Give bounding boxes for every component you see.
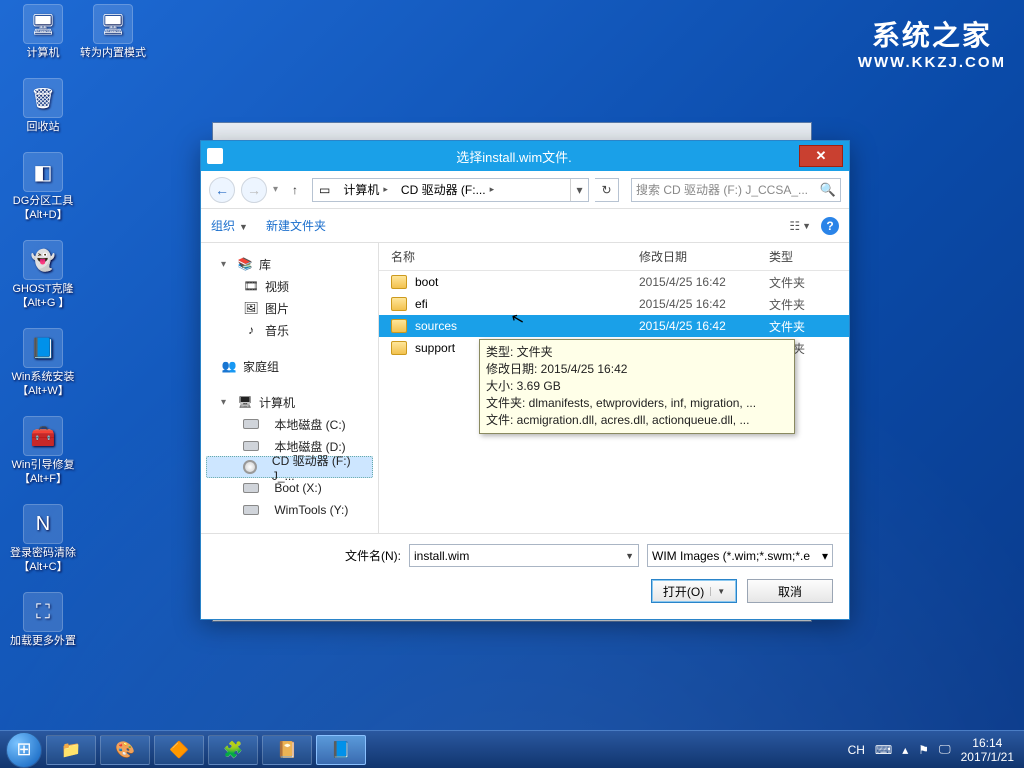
col-name[interactable]: 名称 [391, 248, 639, 265]
tray-lang[interactable]: CH [848, 743, 865, 757]
back-button[interactable]: ← [209, 177, 235, 203]
file-row[interactable]: sources2015/4/25 16:42文件夹 [379, 315, 849, 337]
new-folder-button[interactable]: 新建文件夹 [266, 217, 326, 234]
sidebar-item-wimtools[interactable]: WimTools (Y:) [274, 503, 348, 517]
sidebar-item-computer[interactable]: 计算机 [259, 394, 295, 411]
tray-chevron-icon[interactable]: ▴ [902, 743, 908, 757]
desktop-icon[interactable]: 🖥计算机 [8, 4, 78, 60]
dialog-icon [207, 148, 223, 164]
folder-icon [391, 341, 407, 355]
help-icon[interactable]: ? [821, 217, 839, 235]
dialog-title: 选择install.wim文件. [229, 147, 799, 166]
taskbar-app-1[interactable]: 📁 [46, 735, 96, 765]
open-button[interactable]: 打开(O)▼ [651, 579, 737, 603]
watermark: 系统之家 WWW.KKZJ.COM [858, 14, 1006, 71]
desktop-icon[interactable]: 🗑回收站 [8, 78, 78, 134]
folder-icon [391, 319, 407, 333]
tray-flag-icon[interactable]: ⚑ [918, 743, 929, 757]
folder-icon [391, 275, 407, 289]
titlebar[interactable]: 选择install.wim文件. ✕ [201, 141, 849, 171]
file-row[interactable]: efi2015/4/25 16:42文件夹 [379, 293, 849, 315]
sidebar-item-videos[interactable]: 视频 [265, 278, 289, 295]
refresh-button[interactable]: ↻ [595, 178, 619, 202]
file-row[interactable]: boot2015/4/25 16:42文件夹 [379, 271, 849, 293]
filename-input[interactable]: install.wim▼ [409, 544, 639, 567]
close-button[interactable]: ✕ [799, 145, 843, 167]
desktop-icon[interactable]: 👻GHOST克隆 【Alt+G 】 [8, 240, 78, 310]
tray-keyboard-icon[interactable]: ⌨ [875, 743, 892, 757]
filename-label: 文件名(N): [337, 547, 401, 564]
cancel-button[interactable]: 取消 [747, 579, 833, 603]
taskbar-app-4[interactable]: 🧩 [208, 735, 258, 765]
desktop-icon[interactable]: ⛶加载更多外置 [8, 592, 78, 648]
history-dropdown-icon[interactable]: ▾ [273, 184, 278, 195]
navigation-pane[interactable]: ▾📚库 🎞视频 🖼图片 ♪音乐 👥家庭组 ▾🖥计算机 本地磁盘 (C:) 本地磁… [201, 243, 379, 533]
desktop-icon[interactable]: N登录密码清除 【Alt+C】 [8, 504, 78, 574]
tray-clock[interactable]: 16:14 2017/1/21 [961, 736, 1014, 764]
sidebar-item-boot[interactable]: Boot (X:) [274, 481, 321, 495]
desktop-icon[interactable]: 🧰Win引导修复 【Alt+F】 [8, 416, 78, 486]
folder-icon [391, 297, 407, 311]
address-dropdown-icon[interactable]: ▾ [570, 179, 588, 201]
up-button[interactable]: ↑ [284, 179, 306, 201]
tooltip: 类型: 文件夹 修改日期: 2015/4/25 16:42 大小: 3.69 G… [479, 339, 795, 434]
breadcrumb-computer[interactable]: 计算机 [343, 181, 379, 198]
organize-menu[interactable]: 组织▼ [211, 217, 248, 234]
search-input[interactable]: 搜索 CD 驱动器 (F:) J_CCSA_... 🔍 [631, 178, 841, 202]
taskbar-app-2[interactable]: 🎨 [100, 735, 150, 765]
column-headers[interactable]: 名称 修改日期 类型 [379, 243, 849, 271]
open-file-dialog: 选择install.wim文件. ✕ ← → ▾ ↑ ▭ 计算机▸ CD 驱动器… [200, 140, 850, 620]
start-button[interactable]: ⊞ [6, 732, 42, 768]
address-bar[interactable]: ▭ 计算机▸ CD 驱动器 (F:...▸ ▾ [312, 178, 589, 202]
sidebar-item-drive-c[interactable]: 本地磁盘 (C:) [274, 416, 345, 433]
sidebar-item-libraries[interactable]: 库 [259, 256, 271, 273]
sidebar-item-pictures[interactable]: 图片 [265, 300, 289, 317]
col-date[interactable]: 修改日期 [639, 248, 769, 265]
taskbar-app-3[interactable]: 🔶 [154, 735, 204, 765]
search-icon[interactable]: 🔍 [820, 182, 836, 198]
sidebar-item-cd-drive[interactable]: CD 驱动器 (F:) J_... [272, 452, 372, 483]
col-type[interactable]: 类型 [769, 248, 849, 265]
breadcrumb-drive[interactable]: CD 驱动器 (F:... [401, 181, 486, 198]
sidebar-item-music[interactable]: 音乐 [265, 322, 289, 339]
filetype-filter[interactable]: WIM Images (*.wim;*.swm;*.e▾ [647, 544, 833, 567]
view-button[interactable]: ☷ ▼ [789, 219, 811, 233]
desktop-icon[interactable]: ◧DG分区工具 【Alt+D】 [8, 152, 78, 222]
desktop-icon[interactable]: 🖥转为内置模式 [78, 4, 148, 60]
sidebar-item-homegroup[interactable]: 家庭组 [243, 358, 279, 375]
taskbar-app-active[interactable]: 📘 [316, 735, 366, 765]
taskbar[interactable]: ⊞ 📁 🎨 🔶 🧩 📔 📘 CH ⌨ ▴ ⚑ 🖵 16:14 2017/1/21 [0, 730, 1024, 768]
tray-monitor-icon[interactable]: 🖵 [939, 742, 951, 757]
desktop-icon[interactable]: 📘Win系统安装 【Alt+W】 [8, 328, 78, 398]
taskbar-app-5[interactable]: 📔 [262, 735, 312, 765]
forward-button[interactable]: → [241, 177, 267, 203]
